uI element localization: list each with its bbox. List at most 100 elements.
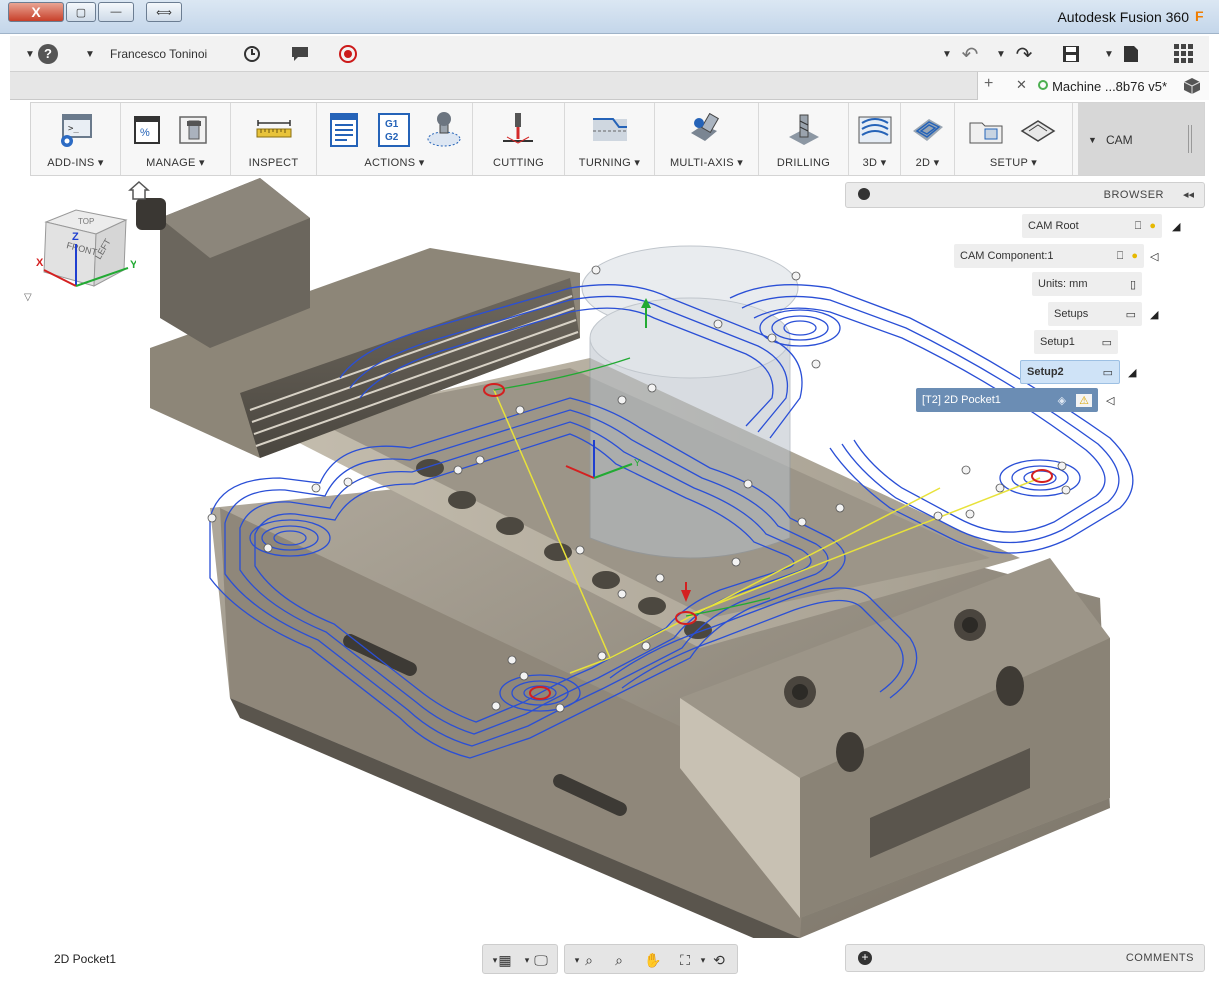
file-button[interactable] bbox=[1118, 42, 1144, 66]
help-button[interactable]: ? bbox=[36, 42, 60, 66]
ribbon-group-label: TURNING ▾ bbox=[578, 157, 641, 169]
save-button[interactable] bbox=[1058, 42, 1084, 66]
browser-node-setup2[interactable]: Setup2 ▭ bbox=[1020, 360, 1120, 384]
browser-expand-icon[interactable]: ◂◂ bbox=[1183, 188, 1194, 201]
cutting-tool-icon bbox=[503, 113, 533, 144]
pan-hand-icon[interactable]: ✋ bbox=[643, 950, 663, 970]
turning-icon bbox=[593, 118, 627, 141]
visibility-bulb-icon[interactable]: ● bbox=[1131, 250, 1138, 262]
ribbon-group-label: INSPECT bbox=[248, 157, 299, 169]
comments-panel-header[interactable]: + COMMENTS bbox=[845, 944, 1205, 972]
expand-triangle-icon[interactable]: ◢ bbox=[1172, 220, 1184, 233]
browser-title: BROWSER bbox=[1103, 189, 1164, 201]
ribbon-group-cutting[interactable]: CUTTING bbox=[473, 103, 565, 175]
expand-triangle-icon[interactable]: ◢ bbox=[1150, 308, 1162, 321]
ribbon-group-multi-axis[interactable]: MULTI-AXIS ▾ bbox=[655, 103, 759, 175]
viewcube-menu-icon[interactable]: ▽ bbox=[24, 292, 32, 303]
collapse-triangle-icon[interactable]: ◁ bbox=[1150, 250, 1162, 263]
ribbon-group-2d[interactable]: 2D ▾ bbox=[901, 103, 955, 175]
undo-button[interactable]: ↶ bbox=[956, 42, 984, 66]
window-restore-button[interactable]: ⟺ bbox=[146, 2, 182, 22]
ribbon-group-actions[interactable]: G1 G2 ACTIONS ▾ bbox=[317, 103, 473, 175]
redo-dropdown-icon[interactable]: ▼ bbox=[994, 42, 1008, 66]
expand-triangle-icon[interactable]: ◢ bbox=[1128, 366, 1140, 379]
browser-node-units[interactable]: Units: mm ▯ bbox=[1032, 272, 1142, 296]
browser-panel-header[interactable]: BROWSER ◂◂ bbox=[845, 182, 1205, 208]
workspace-switcher[interactable]: ▼ CAM bbox=[1078, 103, 1204, 175]
minimize-icon: — bbox=[110, 6, 122, 18]
setup-folder-icon bbox=[969, 122, 1003, 144]
zoom-window-icon[interactable]: ⌕ bbox=[579, 950, 599, 970]
comment-icon bbox=[292, 47, 308, 61]
look-at-icon[interactable]: ⛶ bbox=[675, 950, 695, 970]
ribbon-group-setup[interactable]: SETUP ▾ bbox=[955, 103, 1073, 175]
new-tab-button[interactable]: + bbox=[984, 75, 993, 93]
ribbon-group-label: CUTTING bbox=[493, 157, 544, 169]
close-tab-icon[interactable]: ✕ bbox=[1016, 77, 1027, 93]
clock-icon bbox=[244, 46, 260, 62]
ribbon-group-turning[interactable]: TURNING ▾ bbox=[565, 103, 655, 175]
browser-collapse-icon[interactable] bbox=[858, 188, 870, 200]
new-setup-icon bbox=[1020, 120, 1056, 142]
node-label: Setup1 bbox=[1040, 336, 1075, 348]
orbit-icon[interactable]: ⟲ bbox=[709, 950, 729, 970]
ribbon-group-manage[interactable]: % MANAGE ▾ bbox=[121, 103, 231, 175]
node-label: Setups bbox=[1054, 308, 1089, 320]
record-button[interactable] bbox=[336, 42, 360, 66]
data-panel-button[interactable] bbox=[1170, 42, 1198, 66]
window-minimize-button[interactable]: — bbox=[98, 2, 134, 22]
node-label: Units: mm bbox=[1038, 278, 1088, 290]
browser-node-2d-pocket[interactable]: [T2] 2D Pocket1 ◈ ⚠ bbox=[916, 388, 1098, 412]
display-settings-icon[interactable]: 🖵 bbox=[531, 950, 551, 970]
notifications-button[interactable] bbox=[288, 42, 312, 66]
job-status-button[interactable] bbox=[240, 42, 264, 66]
undo-dropdown-icon[interactable]: ▼ bbox=[940, 42, 954, 66]
svg-text:G2: G2 bbox=[385, 132, 399, 143]
browser-node-setups[interactable]: Setups ▭ bbox=[1048, 302, 1142, 326]
redo-button[interactable]: ↷ bbox=[1010, 42, 1038, 66]
viewcube-graphic: FRONT LEFT TOP X Y Z bbox=[36, 209, 138, 287]
ribbon-group-label: ADD-INS ▾ bbox=[47, 157, 104, 169]
maximize-icon: ▢ bbox=[75, 6, 87, 19]
post-process-icon: G1 G2 bbox=[378, 113, 410, 147]
viewcube-top-label: TOP bbox=[78, 217, 94, 226]
multi-axis-icon bbox=[691, 112, 720, 141]
ribbon-group-add-ins[interactable]: >_ ADD-INS ▾ bbox=[31, 103, 121, 175]
file-dropdown-icon[interactable]: ▼ bbox=[1102, 42, 1116, 66]
ribbon-grip-icon[interactable] bbox=[1188, 125, 1192, 153]
ribbon-group-label: MANAGE ▾ bbox=[146, 157, 205, 169]
add-comment-icon[interactable]: + bbox=[858, 951, 872, 965]
node-label: [T2] 2D Pocket1 bbox=[922, 394, 1001, 406]
ribbon-group-label: SETUP ▾ bbox=[989, 157, 1038, 169]
ribbon-group-inspect[interactable]: INSPECT bbox=[231, 103, 317, 175]
user-name[interactable]: Francesco Toninoi bbox=[110, 47, 207, 61]
grid-settings-icon[interactable]: ▦ bbox=[495, 950, 515, 970]
file-icon bbox=[1124, 46, 1138, 62]
3d-viewport[interactable]: Y bbox=[10, 178, 1209, 938]
ribbon-group-label: ACTIONS ▾ bbox=[364, 157, 425, 169]
comments-title: COMMENTS bbox=[1125, 952, 1194, 964]
component-cube-icon bbox=[1183, 78, 1201, 94]
tab-machine-document[interactable]: + ✕ Machine ...8b76 v5* bbox=[977, 72, 1209, 100]
motor-connector bbox=[136, 198, 166, 230]
fit-zoom-icon[interactable]: ⌕ bbox=[609, 950, 629, 970]
window-maximize-button[interactable]: ▢ bbox=[66, 2, 96, 22]
user-dropdown-icon[interactable]: ▼ bbox=[82, 42, 98, 66]
viewcube[interactable]: FRONT LEFT TOP X Y Z bbox=[36, 208, 138, 298]
browser-node-cam-component[interactable]: CAM Component:1 ⎕ ● bbox=[954, 244, 1144, 268]
machine-vise-model[interactable]: Y bbox=[10, 178, 1209, 938]
workspace-label: CAM bbox=[1106, 133, 1133, 147]
visibility-bulb-icon[interactable]: ● bbox=[1149, 220, 1156, 232]
browser-node-cam-root[interactable]: CAM Root ⎕ ● bbox=[1022, 214, 1162, 238]
browser-node-setup1[interactable]: Setup1 ▭ bbox=[1034, 330, 1118, 354]
sync-status-icon bbox=[1038, 80, 1048, 90]
node-label: CAM Root bbox=[1028, 220, 1079, 232]
ribbon-group-3d[interactable]: 3D ▾ bbox=[849, 103, 901, 175]
collapse-triangle-icon[interactable]: ◁ bbox=[1106, 394, 1118, 407]
setup-icon: ▭ bbox=[1101, 336, 1112, 349]
workspace-dropdown-icon: ▼ bbox=[1088, 135, 1097, 145]
ribbon-group-drilling[interactable]: DRILLING bbox=[759, 103, 849, 175]
navigation-bar: ▾ ▦ ▾ 🖵 ▾ ⌕ ⌕ ✋ ⛶ ▾ ⟲ bbox=[482, 944, 738, 974]
home-view-button[interactable] bbox=[128, 180, 150, 202]
window-close-button[interactable]: X bbox=[8, 2, 64, 22]
